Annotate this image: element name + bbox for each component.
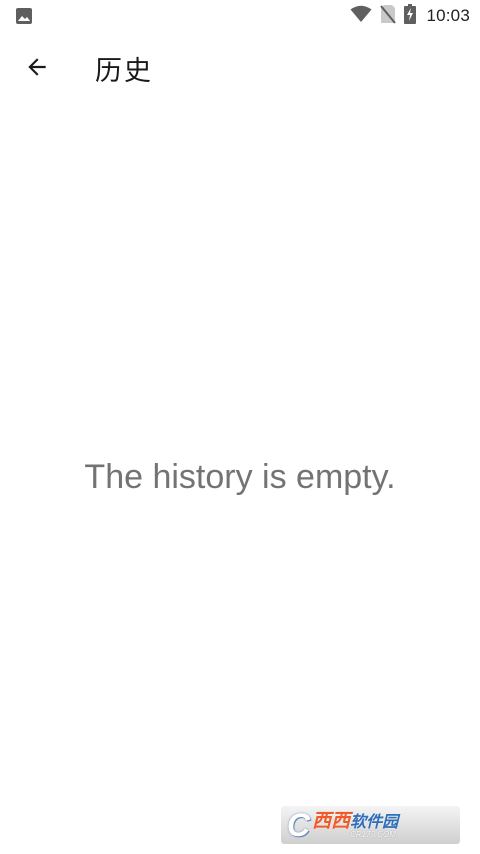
watermark-brand: 西西软件园	[312, 809, 399, 832]
status-time: 10:03	[426, 6, 470, 25]
no-sim-icon	[380, 4, 397, 28]
status-icons: 10:03	[350, 0, 470, 32]
image-notification-icon	[15, 7, 33, 25]
app-bar: 历史	[0, 32, 480, 108]
status-bar: 10:03	[0, 0, 480, 32]
watermark-logo: C 西西软件园 CR173.COM	[281, 806, 460, 844]
back-button[interactable]	[12, 44, 62, 94]
watermark-url: CR173.COM	[350, 829, 396, 839]
arrow-back-icon	[24, 54, 50, 84]
page-title: 历史	[95, 56, 153, 87]
watermark-brand-red: 西西	[312, 809, 351, 832]
watermark-text: 西西软件园 CR173.COM	[312, 809, 399, 839]
battery-charging-icon	[404, 4, 417, 28]
history-screen: 10:03 历史 The history is empty. C 西西软件园 C…	[0, 0, 480, 854]
watermark-logo-letter: C	[287, 806, 311, 843]
empty-history-message: The history is empty.	[84, 458, 396, 496]
watermark-brand-blue: 软件园	[350, 811, 399, 831]
wifi-icon	[350, 5, 372, 27]
